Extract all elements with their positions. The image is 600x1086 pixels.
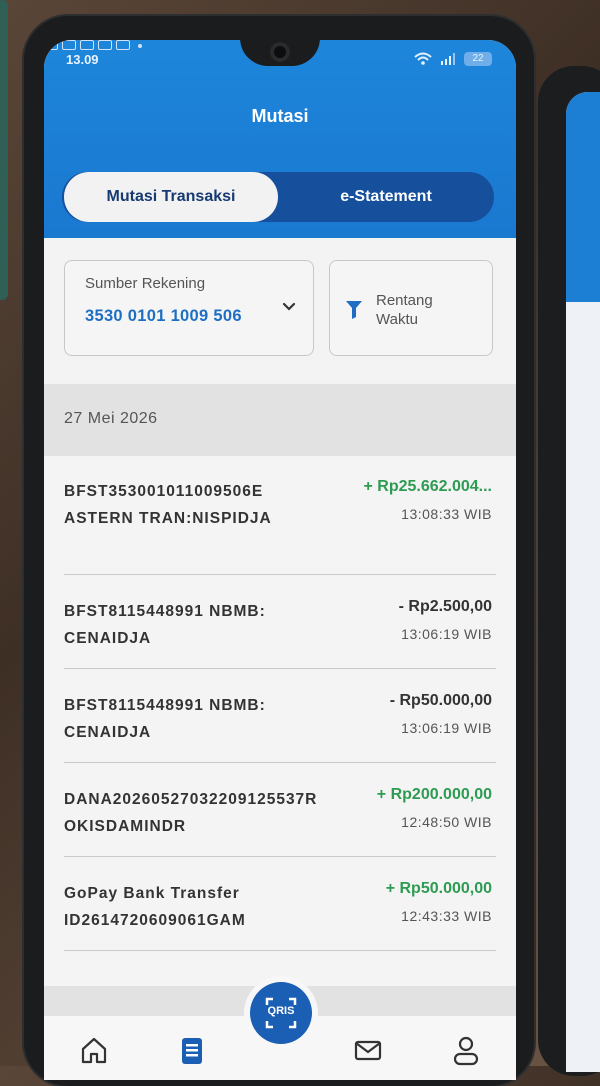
account-selector[interactable]: Sumber Rekening 3530 0101 1009 506 [64,260,314,356]
background-object [0,0,8,300]
filter-row: Sumber Rekening 3530 0101 1009 506 Renta… [44,238,516,388]
transaction-description: GoPay Bank Transfer ID2614720609061GAM [64,885,246,929]
transaction-description: BFST353001011009506EASTERN TRAN:NISPIDJA [64,483,272,527]
camera-icon [270,42,290,62]
tab-bar: Mutasi Transaksi e-Statement [62,172,494,222]
transaction-row[interactable]: BFST8115448991 NBMB:CENAIDJA - Rp2.500,0… [64,576,496,669]
profile-icon[interactable] [450,1034,482,1066]
qris-label: QRIS [267,1005,295,1017]
camera-notch [240,40,320,66]
account-label: Sumber Rekening [85,275,206,292]
transaction-description: BFST8115448991 NBMB:CENAIDJA [64,697,266,741]
home-icon[interactable] [78,1034,110,1066]
more-notifications-icon [138,44,142,48]
notification-icon [80,40,94,50]
transaction-amount: - Rp2.500,00 [398,598,492,615]
notification-icon [98,40,112,50]
notification-icon [62,40,76,50]
transaction-amount: + Rp50.000,00 [385,880,492,897]
notification-icon [44,40,58,50]
background-phone-screen [566,92,600,1072]
tab-e-statement[interactable]: e-Statement [278,172,494,222]
transaction-row[interactable]: BFST8115448991 NBMB:CENAIDJA - Rp50.000,… [64,670,496,763]
transaction-row[interactable]: DANA20260527032209125537ROKISDAMINDR + R… [64,764,496,857]
filter-icon [346,301,362,319]
transaction-amount: - Rp50.000,00 [389,692,492,709]
tab-mutasi-transaksi[interactable]: Mutasi Transaksi [64,172,278,222]
transaction-amount: + Rp25.662.004... [363,478,492,495]
transaction-amount: + Rp200.000,00 [376,786,492,803]
status-time: 13.09 [66,52,99,67]
battery-icon: 22 [464,52,492,66]
date-range-label: Rentang Waktu [376,292,433,328]
transaction-time: 12:48:50 WIB [401,814,492,830]
account-number: 3530 0101 1009 506 [85,307,242,325]
app-screen: 13.09 22 Mutasi Mutasi Transaksi e-State… [44,40,516,1080]
qris-button[interactable]: QRIS [250,982,312,1044]
mutasi-icon[interactable] [176,1034,208,1066]
transaction-description: BFST8115448991 NBMB:CENAIDJA [64,603,266,647]
signal-icon [441,53,455,65]
transaction-time: 12:43:33 WIB [401,908,492,924]
header: 13.09 22 Mutasi Mutasi Transaksi e-State… [44,40,516,238]
date-group-label: 27 Mei 2026 [64,410,158,427]
status-right: 22 [414,52,492,66]
date-group-header: 27 Mei 2026 [44,384,516,456]
transaction-description: DANA20260527032209125537ROKISDAMINDR [64,791,318,835]
wifi-icon [414,52,432,65]
transaction-time: 13:06:19 WIB [401,720,492,736]
transaction-row[interactable]: GoPay Bank Transfer ID2614720609061GAM +… [64,858,496,951]
bottom-nav: QRIS [44,982,516,1080]
transaction-time: 13:06:19 WIB [401,626,492,642]
date-range-button[interactable]: Rentang Waktu [329,260,493,356]
transaction-row[interactable]: BFST353001011009506EASTERN TRAN:NISPIDJA… [64,456,496,575]
page-title: Mutasi [251,106,309,126]
transaction-time: 13:08:33 WIB [401,506,492,522]
transaction-list: BFST353001011009506EASTERN TRAN:NISPIDJA… [44,456,516,1016]
gmail-icon [116,40,130,50]
chevron-down-icon [282,302,296,311]
mail-icon[interactable] [352,1034,384,1066]
